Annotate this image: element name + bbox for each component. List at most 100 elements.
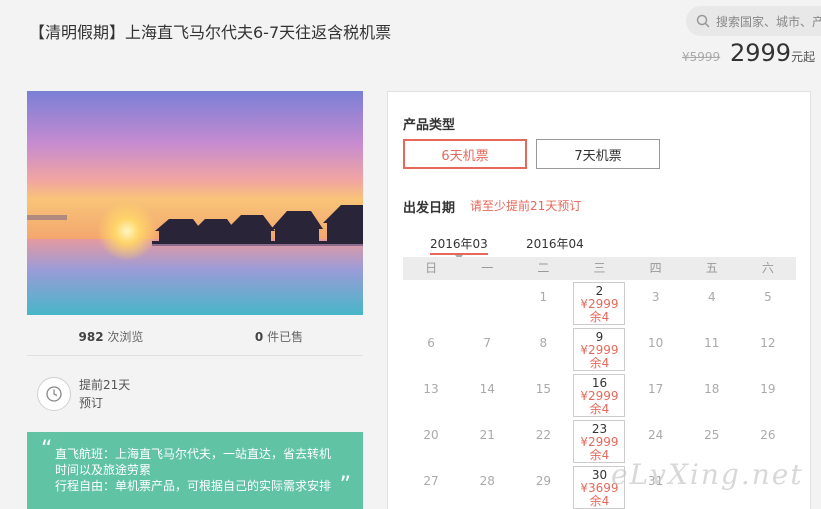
calendar-day: 7 [459, 326, 515, 372]
search-input[interactable]: 搜索国家、城市、产 [686, 6, 821, 36]
option-7-day-ticket[interactable]: 7天机票 [536, 139, 660, 169]
calendar-day [403, 280, 459, 326]
calendar-day: 12 [740, 326, 796, 372]
calendar-day: 4 [684, 280, 740, 326]
advance-label: 预订 [79, 396, 104, 410]
calendar-day[interactable]: 16 ¥2999 余4 [571, 372, 627, 418]
calendar-day: 17 [628, 372, 684, 418]
calendar-day: 6 [403, 326, 459, 372]
day-number: 6 [427, 336, 435, 350]
quote-line: 时间以及旅途劳累 [55, 463, 152, 477]
feature-quote: “ 直飞航班：上海直飞马尔代夫，一站直达，省去转机 时间以及旅途劳累 行程自由：… [27, 432, 363, 509]
original-price: ¥5999 [682, 50, 721, 64]
tab-month-2016-03[interactable]: 2016年03 [430, 235, 488, 260]
page-title: 【清明假期】上海直飞马尔代夫6-7天往返含税机票 [29, 23, 392, 42]
calendar-day[interactable]: 2 ¥2999 余4 [571, 280, 627, 326]
calendar-week: 6 7 8 9 ¥2999 余4 10 11 12 [403, 326, 796, 372]
current-price: 2999元起 [730, 39, 815, 67]
calendar-day: 8 [515, 326, 571, 372]
calendar-day: 14 [459, 372, 515, 418]
calendar-day: 20 [403, 418, 459, 464]
calendar-day: 19 [740, 372, 796, 418]
departure-date-label: 出发日期 [403, 201, 456, 216]
available-date[interactable]: 2 ¥2999 余4 [573, 282, 626, 325]
day-number: 21 [479, 428, 495, 442]
calendar-day: 15 [515, 372, 571, 418]
calendar-day: 21 [459, 418, 515, 464]
day-number: 11 [704, 336, 720, 350]
day-number: 27 [423, 474, 439, 488]
weekday: 三 [593, 261, 606, 275]
calendar-day: 13 [403, 372, 459, 418]
weekday: 四 [649, 261, 662, 275]
quote-open-icon: “ [41, 437, 53, 462]
price-suffix: 元起 [791, 50, 816, 64]
day-number: 3 [651, 290, 660, 304]
day-number: 4 [707, 290, 716, 304]
weekday-header: 日 一 二 三 四 五 六 [403, 257, 796, 280]
day-stock: 余4 [589, 494, 610, 508]
day-number: 19 [760, 382, 776, 396]
tab-month-2016-04[interactable]: 2016年04 [526, 235, 584, 262]
booking-panel: 产品类型 6天机票 7天机票 出发日期 请至少提前21天预订 2016年03 2… [387, 91, 811, 509]
day-stock: 余4 [589, 356, 610, 370]
calendar-day: 10 [628, 326, 684, 372]
clock-icon [37, 377, 71, 411]
available-date[interactable]: 23 ¥2999 余4 [573, 420, 626, 463]
quote-line: 直飞航班：上海直飞马尔代夫，一站直达，省去转机 [55, 447, 332, 461]
advance-days: 提前21天 [79, 378, 131, 392]
day-number: 20 [423, 428, 439, 442]
advance-notice: 请至少提前21天预订 [470, 199, 582, 213]
day-number: 26 [760, 428, 776, 442]
weekday: 五 [705, 261, 718, 275]
day-number: 18 [704, 382, 720, 396]
day-number: 14 [479, 382, 495, 396]
search-icon [696, 14, 710, 28]
weekday: 六 [761, 261, 774, 275]
weekday: 二 [537, 261, 550, 275]
available-date[interactable]: 16 ¥2999 余4 [573, 374, 626, 417]
day-number: 13 [423, 382, 439, 396]
day-number: 29 [535, 474, 551, 488]
day-number: 25 [704, 428, 720, 442]
weekday: 一 [481, 261, 494, 275]
day-number: 7 [483, 336, 492, 350]
product-photo [27, 91, 363, 315]
day-number: 17 [647, 382, 664, 396]
day-number: 8 [539, 336, 548, 350]
calendar-day: 28 [459, 464, 515, 509]
calendar-day: 29 [515, 464, 571, 509]
weekday: 日 [425, 261, 438, 275]
available-date[interactable]: 9 ¥2999 余4 [573, 328, 626, 371]
day-number: 22 [535, 428, 551, 442]
calendar-day: 1 [515, 280, 571, 326]
quote-line: 行程自由：单机票产品，可根据自己的实际需求安排 [55, 479, 332, 493]
calendar-day[interactable]: 9 ¥2999 余4 [571, 326, 627, 372]
calendar-day: 22 [515, 418, 571, 464]
price-value: 2999 [730, 39, 792, 67]
day-number: 15 [535, 382, 551, 396]
sold-count: 0 件已售 [254, 330, 304, 344]
search-placeholder: 搜索国家、城市、产 [716, 14, 821, 29]
calendar-day: 5 [740, 280, 796, 326]
calendar-day: 18 [684, 372, 740, 418]
day-number: 12 [760, 336, 776, 350]
day-stock: 余4 [589, 310, 610, 324]
watermark: eLvXing.net [611, 458, 804, 491]
calendar-week: 1 2 ¥2999 余4 3 4 5 [403, 280, 796, 326]
option-6-day-ticket[interactable]: 6天机票 [403, 139, 527, 169]
day-number: 10 [647, 336, 664, 350]
calendar-day: 3 [628, 280, 684, 326]
day-number: 5 [764, 290, 772, 304]
quote-close-icon: ” [339, 473, 351, 498]
calendar-week: 13 14 15 16 ¥2999 余4 17 18 19 [403, 372, 796, 418]
product-type-label: 产品类型 [403, 118, 456, 133]
calendar-day [459, 280, 515, 326]
day-stock: 余4 [589, 402, 610, 416]
advance-booking: 提前21天 预订 [37, 376, 130, 412]
product-stats: 982 次浏览 0 件已售 [27, 318, 363, 356]
calendar-day: 11 [684, 326, 740, 372]
day-number: 28 [479, 474, 495, 488]
day-number: 1 [539, 290, 548, 304]
day-number: 24 [647, 428, 664, 442]
